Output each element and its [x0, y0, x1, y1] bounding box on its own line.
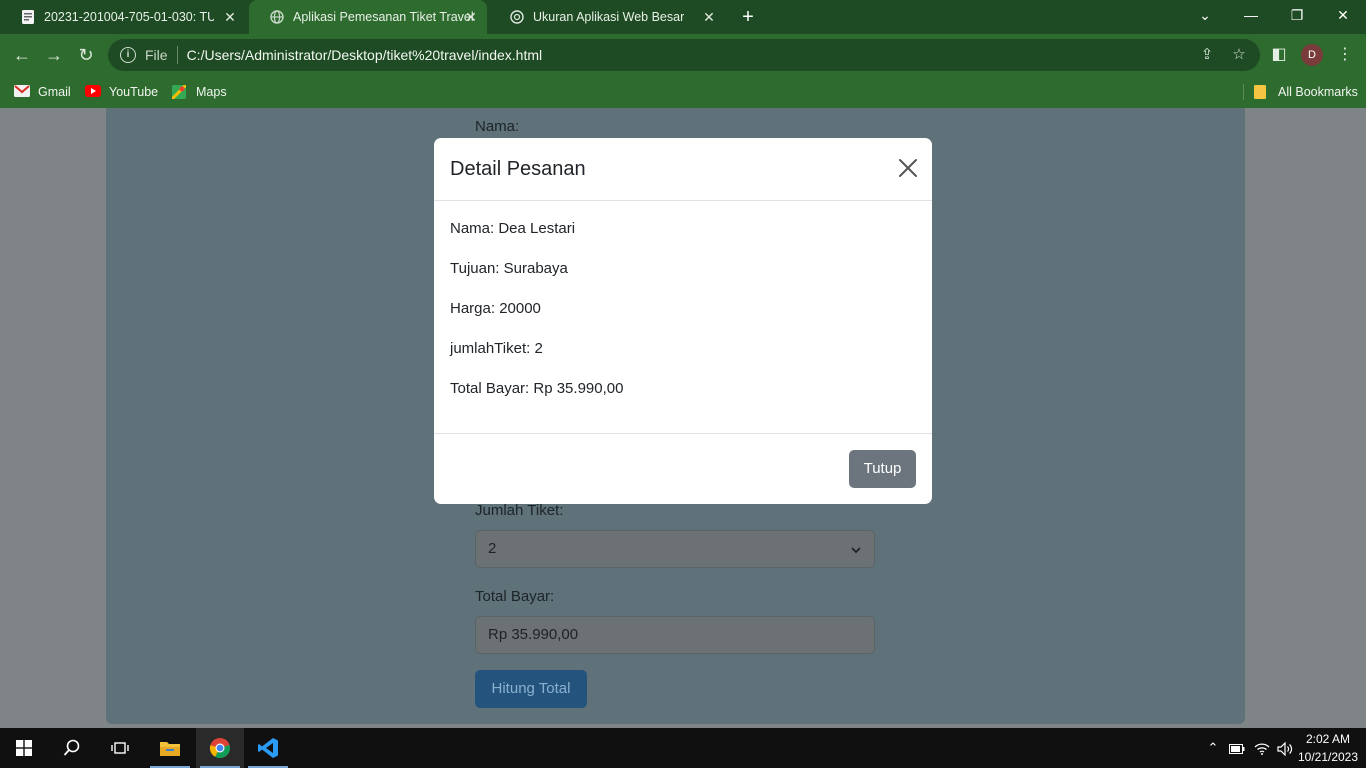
wifi-icon[interactable]: [1251, 728, 1273, 768]
tab-search-chevron-icon[interactable]: ⌄: [1182, 0, 1228, 30]
bookmark-label: Gmail: [38, 85, 71, 99]
detail-total-bayar: Total Bayar: Rp 35.990,00: [450, 380, 624, 397]
all-bookmarks-label: All Bookmarks: [1278, 85, 1358, 99]
modal-body: Nama: Dea Lestari Tujuan: Surabaya Harga…: [450, 217, 623, 417]
share-icon[interactable]: ⇪: [1194, 39, 1220, 71]
minimize-icon[interactable]: —: [1228, 0, 1274, 30]
divider: [1243, 84, 1244, 100]
all-bookmarks[interactable]: All Bookmarks: [1254, 82, 1358, 102]
forward-arrow-icon[interactable]: →: [41, 42, 67, 68]
chrome-icon[interactable]: [196, 728, 244, 768]
reload-icon[interactable]: ↻: [73, 42, 99, 68]
scheme-label: File: [145, 47, 168, 63]
youtube-icon: [85, 85, 101, 99]
task-view-icon[interactable]: [96, 728, 144, 768]
globe-favicon-icon: [269, 9, 285, 25]
tab-ukuran-aplikasi[interactable]: Ukuran Aplikasi Web Besar ✕: [489, 0, 725, 34]
new-tab-plus-icon[interactable]: +: [737, 6, 759, 28]
window-close-icon[interactable]: ✕: [1320, 0, 1366, 30]
bookmark-youtube[interactable]: YouTube: [85, 82, 158, 102]
document-favicon-icon: [20, 9, 36, 25]
modal-footer: Tutup: [434, 433, 932, 504]
browser-tab-strip: 20231-201004-705-01-030: TUG ✕ Aplikasi …: [0, 0, 1366, 34]
chatgpt-favicon-icon: [509, 9, 525, 25]
modal-header: Detail Pesanan: [434, 138, 932, 201]
jumlah-tiket-select[interactable]: 2: [475, 530, 875, 568]
bookmark-label: Maps: [196, 85, 227, 99]
gmail-icon: [14, 85, 30, 99]
file-explorer-icon[interactable]: [146, 728, 194, 768]
maps-icon: [170, 83, 188, 101]
bookmark-star-icon[interactable]: ☆: [1226, 39, 1252, 71]
bookmark-label: YouTube: [109, 85, 159, 99]
bookmarks-bar: Gmail YouTube Maps All Bookmarks: [0, 76, 1366, 108]
windows-start-icon[interactable]: [0, 728, 48, 768]
show-hidden-icons-chevron-icon[interactable]: ⌃: [1203, 728, 1223, 768]
battery-icon[interactable]: [1226, 728, 1248, 768]
taskbar: ⌃ 2:02 AM 10/21/2023: [0, 728, 1366, 768]
restore-icon[interactable]: ❐: [1274, 0, 1320, 30]
avatar[interactable]: D: [1301, 44, 1323, 66]
tutup-button[interactable]: Tutup: [849, 450, 916, 488]
tab-label: 20231-201004-705-01-030: TUG: [44, 10, 214, 24]
detail-pesanan-modal: Detail Pesanan Nama: Dea Lestari Tujuan:…: [434, 138, 932, 504]
detail-nama: Nama: Dea Lestari: [450, 220, 576, 237]
tab-aplikasi-pemesanan[interactable]: Aplikasi Pemesanan Tiket Travel ✕: [249, 0, 487, 34]
vscode-icon[interactable]: [244, 728, 292, 768]
browser-toolbar: ← → ↻ i File C:/Users/Administrator/Desk…: [0, 34, 1366, 76]
clock-time: 2:02 AM: [1305, 732, 1351, 746]
url-text[interactable]: C:/Users/Administrator/Desktop/tiket%20t…: [187, 47, 543, 63]
tab-label: Aplikasi Pemesanan Tiket Travel: [293, 10, 474, 24]
jumlah-tiket-label: Jumlah Tiket:: [475, 502, 564, 519]
detail-harga: Harga: 20000: [450, 300, 541, 317]
folder-icon: [1254, 85, 1270, 99]
detail-jumlah-tiket: jumlahTiket: 2: [450, 340, 543, 357]
close-icon[interactable]: ✕: [222, 9, 238, 25]
side-panel-icon[interactable]: ◧: [1266, 42, 1292, 68]
search-icon[interactable]: [48, 728, 96, 768]
volume-icon[interactable]: [1274, 728, 1296, 768]
chevron-down-icon: [850, 531, 862, 567]
close-icon[interactable]: ✕: [701, 9, 717, 25]
bookmark-gmail[interactable]: Gmail: [14, 82, 71, 102]
system-clock[interactable]: 2:02 AM 10/21/2023: [1296, 730, 1360, 766]
hitung-total-button[interactable]: Hitung Total: [475, 670, 587, 708]
info-icon[interactable]: i: [120, 47, 136, 63]
jumlah-tiket-value: 2: [488, 540, 497, 557]
divider: [176, 46, 178, 64]
back-arrow-icon[interactable]: ←: [9, 42, 35, 68]
clock-date: 10/21/2023: [1297, 750, 1359, 764]
close-icon[interactable]: ✕: [463, 9, 479, 25]
more-menu-icon[interactable]: ⋮: [1332, 42, 1358, 68]
total-bayar-field[interactable]: Rp 35.990,00: [475, 616, 875, 654]
total-bayar-label: Total Bayar:: [475, 588, 555, 605]
close-icon[interactable]: [898, 158, 918, 178]
bookmark-maps[interactable]: Maps: [170, 82, 227, 102]
tab-tugas[interactable]: 20231-201004-705-01-030: TUG ✕: [0, 0, 246, 34]
address-bar[interactable]: i File C:/Users/Administrator/Desktop/ti…: [108, 39, 1260, 71]
detail-tujuan: Tujuan: Surabaya: [450, 260, 568, 277]
total-bayar-value: Rp 35.990,00: [488, 626, 579, 643]
tab-label: Ukuran Aplikasi Web Besar: [533, 10, 685, 24]
modal-title: Detail Pesanan: [450, 158, 586, 180]
nama-label: Nama:: [475, 118, 520, 135]
